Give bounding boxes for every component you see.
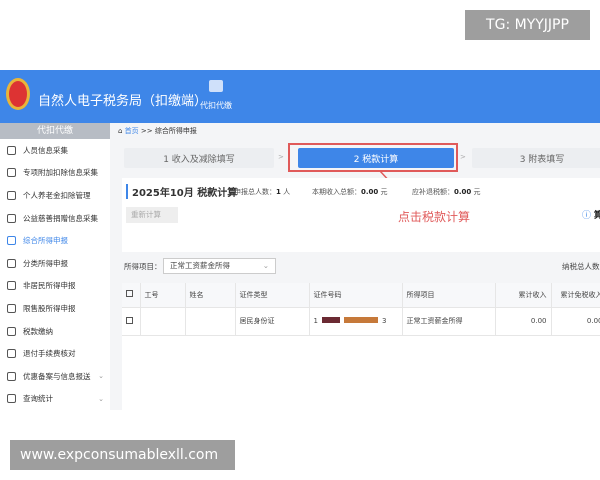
tax-table: 工号 姓名 证件类型 证件号码 所得项目 累计收入 累计免税收入 居民身份证 1… — [122, 283, 600, 410]
sidebar-item[interactable]: 专项附加扣除信息采集 — [0, 162, 110, 185]
menu-icon — [7, 326, 16, 336]
select-all-checkbox[interactable] — [126, 290, 133, 298]
tax-due: 应补退税额：0.00 元 — [412, 188, 481, 196]
col-income: 累计收入 — [495, 283, 552, 308]
menu-icon — [7, 190, 16, 200]
cell-id-type: 居民身份证 — [235, 307, 310, 336]
cell-id — [140, 307, 186, 336]
sidebar-item[interactable]: 限售股所得申报 — [0, 297, 110, 320]
sidebar-title: 代扣代缴 — [0, 123, 110, 139]
filter-label: 所得项目： — [124, 262, 162, 271]
sidebar-item[interactable]: 优惠备案与信息报送 ⌄ — [0, 365, 110, 388]
sidebar-item-label: 个人养老金扣除管理 — [23, 190, 91, 200]
chevron-down-icon: ⌄ — [98, 372, 104, 381]
step-arrow: > — [460, 153, 466, 161]
menu-icon — [7, 213, 16, 223]
sidebar-item[interactable]: 非居民所得申报 — [0, 275, 110, 298]
table-header: 工号 姓名 证件类型 证件号码 所得项目 累计收入 累计免税收入 — [122, 283, 600, 308]
cell-name — [185, 307, 236, 336]
sidebar-item[interactable]: 人员信息采集 — [0, 139, 110, 162]
menu-icon — [7, 145, 16, 155]
menu-icon — [7, 303, 16, 313]
taxpayer-total-label: 纳税总人数 — [562, 262, 600, 271]
col-id: 工号 — [140, 283, 186, 308]
sidebar-item-label: 非居民所得申报 — [23, 281, 76, 291]
step-income[interactable]: 1 收入及减除填写 — [124, 148, 274, 168]
col-id-type: 证件类型 — [235, 283, 310, 308]
nav-withholding[interactable]: 代扣代缴 — [196, 80, 236, 111]
summary-title: 2025年10月 税款计算 — [126, 184, 237, 199]
breadcrumb-current: 综合所得申报 — [154, 127, 197, 135]
menu-icon — [7, 168, 16, 178]
cell-income: 0.00 — [495, 307, 552, 336]
income-item-select[interactable]: 正常工资薪金所得 ⌄ — [163, 258, 276, 274]
sidebar-item[interactable]: 综合所得申报 — [0, 229, 110, 252]
sidebar-item-label: 退付手续费核对 — [23, 349, 76, 359]
sidebar-item-label: 查询统计 — [23, 394, 53, 404]
watermark-top: TG: MYYJJPP — [465, 10, 590, 40]
watermark-bottom: www.expconsumablexll.com — [10, 440, 235, 470]
breadcrumb: ⌂ 首页 >> 综合所得申报 — [118, 127, 197, 135]
menu-icon — [7, 394, 16, 404]
emblem-logo — [6, 78, 30, 110]
sidebar-item[interactable]: 分类所得申报 — [0, 252, 110, 275]
col-exempt: 累计免税收入 — [551, 283, 600, 308]
calc-info[interactable]: ⓘ 算 — [582, 208, 600, 221]
sidebar: 代扣代缴 人员信息采集专项附加扣除信息采集 个人养老金扣除管理 公益慈善捐赠信息采集… — [0, 123, 110, 410]
menu-icon — [7, 349, 16, 359]
col-id-number: 证件号码 — [309, 283, 403, 308]
sidebar-item-label: 分类所得申报 — [23, 258, 68, 268]
sidebar-item-label: 税款缴纳 — [23, 326, 53, 336]
step-tax-calc[interactable]: 2 税款计算 — [298, 148, 454, 168]
breadcrumb-home[interactable]: 首页 — [125, 127, 139, 135]
sidebar-item[interactable]: 个人养老金扣除管理 — [0, 184, 110, 207]
redaction — [343, 317, 378, 323]
filter-bar: 所得项目： 正常工资薪金所得 ⌄ 纳税总人数 — [116, 258, 600, 278]
annotation-text: 点击税款计算 — [398, 210, 471, 224]
menu-icon — [7, 236, 16, 246]
sidebar-item-label: 限售股所得申报 — [23, 303, 76, 313]
step-arrow: > — [278, 153, 284, 161]
recalculate-button[interactable]: 重新计算 — [126, 207, 178, 223]
sidebar-item-label: 专项附加扣除信息采集 — [23, 168, 98, 178]
breadcrumb-sep: >> — [140, 127, 153, 135]
step-attachment[interactable]: 3 附表填写 — [472, 148, 600, 168]
row-checkbox[interactable] — [126, 316, 133, 324]
chevron-down-icon: ⌄ — [98, 394, 104, 403]
cell-income-item: 正常工资薪金所得 — [402, 307, 496, 336]
info-icon: ⓘ — [582, 211, 594, 221]
app-title: 自然人电子税务局（扣缴端） — [38, 94, 208, 109]
wallet-icon — [209, 80, 223, 92]
nav-label: 代扣代缴 — [200, 101, 232, 110]
col-name: 姓名 — [185, 283, 236, 308]
table-row[interactable]: 居民身份证 13 正常工资薪金所得 0.00 0.00 — [122, 307, 600, 336]
summary-card: 2025年10月 税款计算 申报总人数：1 人 本期收入总额：0.00 元 应补… — [122, 178, 600, 252]
sidebar-item-label: 优惠备案与信息报送 — [23, 371, 91, 381]
menu-icon — [7, 371, 16, 381]
col-income-item: 所得项目 — [402, 283, 496, 308]
app-window: 自然人电子税务局（扣缴端） 代扣代缴 代扣代缴 人员信息采集专项附加扣除信息采集… — [0, 70, 600, 410]
menu-icon — [7, 281, 16, 291]
redaction — [321, 317, 340, 323]
sidebar-item[interactable]: 退付手续费核对 — [0, 342, 110, 365]
total-people: 申报总人数：1 人 — [234, 188, 291, 196]
menu-icon — [7, 258, 16, 268]
cell-exempt: 0.00 — [551, 307, 600, 336]
chevron-down-icon: ⌄ — [262, 261, 269, 270]
main-content: ⌂ 首页 >> 综合所得申报 1 收入及减除填写 > 2 税款计算 > 3 附表… — [116, 123, 600, 410]
sidebar-item-label: 综合所得申报 — [23, 236, 68, 246]
sidebar-item[interactable]: 查询统计 ⌄ — [0, 388, 110, 410]
sidebar-item-label: 公益慈善捐赠信息采集 — [23, 213, 98, 223]
sidebar-item[interactable]: 公益慈善捐赠信息采集 — [0, 207, 110, 230]
sidebar-item-label: 人员信息采集 — [23, 145, 68, 155]
sidebar-item[interactable]: 税款缴纳 — [0, 320, 110, 343]
header: 自然人电子税务局（扣缴端） 代扣代缴 — [0, 70, 600, 123]
cell-id-number: 13 — [309, 307, 403, 336]
income-total: 本期收入总额：0.00 元 — [312, 188, 388, 196]
